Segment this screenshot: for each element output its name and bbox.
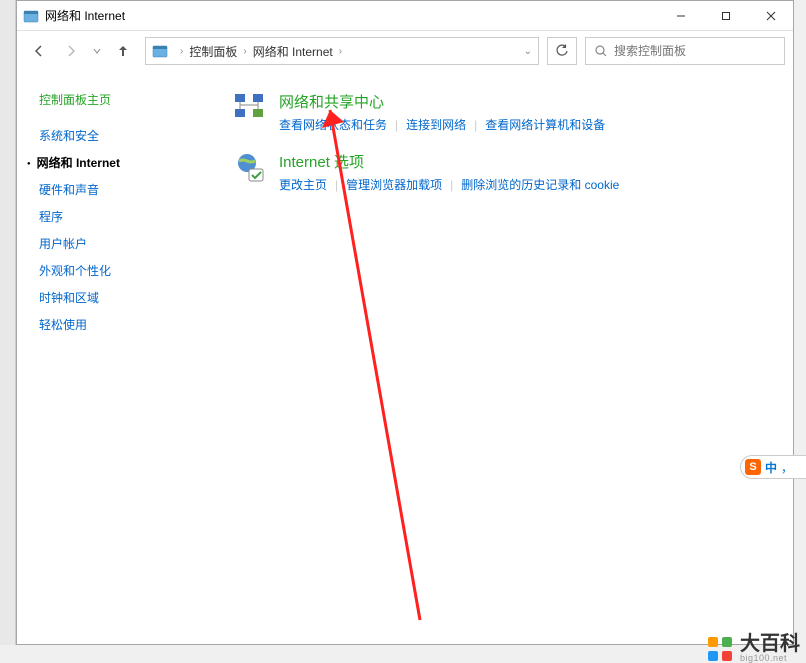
watermark-url: big100.net bbox=[740, 654, 800, 663]
sidebar-item-accounts[interactable]: 用户帐户 bbox=[39, 230, 217, 257]
folder-icon bbox=[152, 43, 168, 59]
window-title: 网络和 Internet bbox=[45, 7, 658, 24]
ime-mode: 中 bbox=[765, 459, 777, 476]
sidebar-item-programs[interactable]: 程序 bbox=[39, 203, 217, 230]
link-view-devices[interactable]: 查看网络计算机和设备 bbox=[485, 116, 605, 133]
up-button[interactable] bbox=[109, 37, 137, 65]
link-change-homepage[interactable]: 更改主页 bbox=[279, 176, 327, 193]
breadcrumb-segment[interactable]: 网络和 Internet bbox=[253, 43, 333, 60]
ime-indicator[interactable]: S 中 ， bbox=[740, 455, 806, 479]
category-internet-options[interactable]: Internet 选项 bbox=[279, 151, 777, 172]
refresh-button[interactable] bbox=[547, 37, 577, 65]
chevron-right-icon[interactable]: › bbox=[243, 46, 246, 57]
main-content: 网络和共享中心 查看网络状态和任务 | 连接到网络 | 查看网络计算机和设备 bbox=[217, 71, 793, 644]
search-icon bbox=[594, 44, 608, 58]
forward-button[interactable] bbox=[57, 37, 85, 65]
navigation-bar: › 控制面板 › 网络和 Internet › ⌄ bbox=[17, 31, 793, 71]
watermark: 大百科 big100.net bbox=[706, 634, 800, 663]
search-box[interactable] bbox=[585, 37, 785, 65]
sidebar-item-system[interactable]: 系统和安全 bbox=[39, 122, 217, 149]
sidebar: 控制面板主页 系统和安全 网络和 Internet 硬件和声音 程序 用户帐户 … bbox=[17, 71, 217, 644]
sidebar-item-network[interactable]: 网络和 Internet bbox=[39, 149, 217, 176]
chevron-right-icon[interactable]: › bbox=[180, 46, 183, 57]
watermark-logo-icon bbox=[706, 635, 734, 663]
address-dropdown-icon[interactable]: ⌄ bbox=[524, 46, 532, 57]
search-input[interactable] bbox=[614, 44, 776, 58]
category-network-sharing[interactable]: 网络和共享中心 bbox=[279, 91, 777, 112]
sidebar-item-hardware[interactable]: 硬件和声音 bbox=[39, 176, 217, 203]
window-icon bbox=[23, 8, 39, 24]
internet-options-icon bbox=[233, 151, 265, 183]
link-connect[interactable]: 连接到网络 bbox=[406, 116, 466, 133]
titlebar: 网络和 Internet bbox=[17, 1, 793, 31]
ime-punct: ， bbox=[781, 459, 793, 476]
maximize-button[interactable] bbox=[703, 1, 748, 30]
watermark-brand: 大百科 bbox=[740, 634, 800, 654]
sidebar-item-appearance[interactable]: 外观和个性化 bbox=[39, 257, 217, 284]
link-manage-addons[interactable]: 管理浏览器加载项 bbox=[346, 176, 442, 193]
minimize-button[interactable] bbox=[658, 1, 703, 30]
sidebar-title[interactable]: 控制面板主页 bbox=[39, 91, 217, 108]
sidebar-item-ease[interactable]: 轻松使用 bbox=[39, 311, 217, 338]
recent-dropdown[interactable] bbox=[89, 37, 105, 65]
address-bar[interactable]: › 控制面板 › 网络和 Internet › ⌄ bbox=[145, 37, 539, 65]
link-delete-history[interactable]: 删除浏览的历史记录和 cookie bbox=[461, 176, 619, 193]
link-view-status[interactable]: 查看网络状态和任务 bbox=[279, 116, 387, 133]
control-panel-window: 网络和 Internet bbox=[16, 0, 794, 645]
breadcrumb-segment[interactable]: 控制面板 bbox=[189, 43, 237, 60]
chevron-right-icon[interactable]: › bbox=[339, 46, 342, 57]
sidebar-item-clock[interactable]: 时钟和区域 bbox=[39, 284, 217, 311]
ime-logo-icon: S bbox=[745, 459, 761, 475]
close-button[interactable] bbox=[748, 1, 793, 30]
network-sharing-icon bbox=[233, 91, 265, 123]
back-button[interactable] bbox=[25, 37, 53, 65]
